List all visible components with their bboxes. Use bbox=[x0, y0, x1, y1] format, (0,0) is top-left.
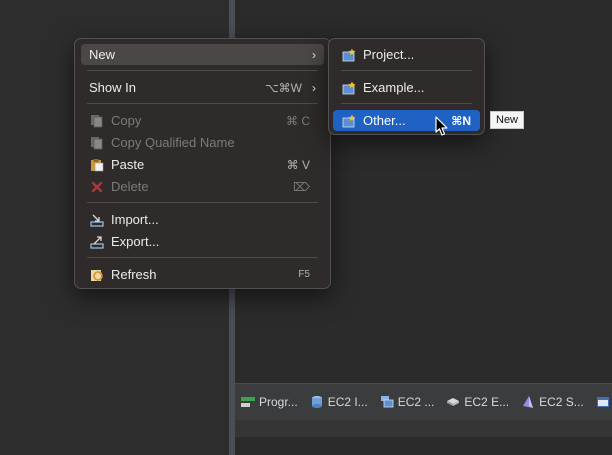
clipboard-icon bbox=[89, 157, 105, 173]
menu-item-export[interactable]: Export... bbox=[81, 231, 324, 252]
chevron-right-icon: › bbox=[312, 47, 316, 62]
tab-ec2-ebs[interactable]: EC2 E... bbox=[440, 395, 515, 409]
new-wizard-icon bbox=[341, 113, 357, 129]
menu-separator bbox=[87, 70, 318, 71]
new-submenu: Project... Example... Other... ⌘N bbox=[328, 38, 485, 135]
progress-icon bbox=[241, 395, 255, 409]
menu-item-import[interactable]: Import... bbox=[81, 209, 324, 230]
submenu-item-label: Other... bbox=[363, 113, 406, 128]
tab-ec2-snapshots[interactable]: EC2 S... bbox=[515, 395, 590, 409]
menu-item-label: Show In bbox=[89, 80, 136, 95]
submenu-item-example[interactable]: Example... bbox=[333, 77, 480, 98]
refresh-icon bbox=[89, 267, 105, 283]
menu-item-new[interactable]: New › bbox=[81, 44, 324, 65]
import-icon bbox=[89, 212, 105, 228]
menu-item-paste[interactable]: Paste ⌘ V bbox=[81, 154, 324, 175]
tab-label: EC2 ... bbox=[397, 395, 435, 409]
tab-ec2-images[interactable]: EC2 ... bbox=[374, 395, 441, 409]
new-project-icon bbox=[341, 47, 357, 63]
menu-shortcut: ⌘N bbox=[451, 113, 471, 128]
submenu-separator bbox=[341, 70, 472, 71]
snapshot-icon bbox=[521, 395, 535, 409]
menu-item-refresh[interactable]: Refresh F5 bbox=[81, 264, 324, 285]
export-icon bbox=[89, 234, 105, 250]
forward-delete-key-icon: ⌦ bbox=[293, 179, 310, 194]
window-icon bbox=[596, 395, 610, 409]
menu-item-label: Copy bbox=[111, 113, 142, 128]
submenu-item-project[interactable]: Project... bbox=[333, 44, 480, 65]
database-icon bbox=[310, 395, 324, 409]
tab-label: EC2 S... bbox=[539, 395, 584, 409]
menu-item-label: Import... bbox=[111, 212, 159, 227]
menu-item-label: New bbox=[89, 47, 116, 62]
menu-item-delete[interactable]: Delete ⌦ bbox=[81, 176, 324, 197]
new-example-icon bbox=[341, 80, 357, 96]
tab-ec2-instances[interactable]: EC2 I... bbox=[304, 395, 374, 409]
submenu-item-label: Project... bbox=[363, 47, 415, 62]
chevron-right-icon: › bbox=[312, 80, 316, 95]
menu-separator bbox=[87, 103, 318, 104]
context-menu: New › Show In ⌥⌘W › Copy ⌘ C Copy Qualif… bbox=[74, 38, 331, 289]
bottom-status-strip bbox=[235, 420, 612, 437]
tab-label: EC2 E... bbox=[464, 395, 510, 409]
submenu-item-label: Example... bbox=[363, 80, 425, 95]
tooltip: New bbox=[490, 111, 525, 129]
submenu-separator bbox=[341, 103, 472, 104]
delete-x-icon bbox=[89, 179, 105, 195]
menu-separator bbox=[87, 202, 318, 203]
menu-item-label: Refresh bbox=[111, 267, 157, 282]
tab-label: Progr... bbox=[259, 395, 298, 409]
volume-icon bbox=[446, 395, 460, 409]
mouse-cursor-icon bbox=[435, 116, 448, 136]
submenu-item-other[interactable]: Other... ⌘N bbox=[333, 110, 480, 131]
menu-shortcut: F5 bbox=[298, 269, 310, 280]
menu-item-copy-qualified-name[interactable]: Copy Qualified Name bbox=[81, 132, 324, 153]
menu-item-copy[interactable]: Copy ⌘ C bbox=[81, 110, 324, 131]
menu-separator bbox=[87, 257, 318, 258]
tab-progress[interactable]: Progr... bbox=[235, 395, 304, 409]
menu-shortcut: ⌘ V bbox=[286, 157, 310, 172]
menu-item-label: Copy Qualified Name bbox=[111, 135, 235, 150]
stacked-database-icon bbox=[380, 395, 394, 409]
menu-item-show-in[interactable]: Show In ⌥⌘W › bbox=[81, 77, 324, 98]
menu-item-label: Paste bbox=[111, 157, 145, 172]
tab-label: EC2 I... bbox=[327, 395, 368, 409]
menu-item-label: Export... bbox=[111, 234, 160, 249]
menu-shortcut: ⌘ C bbox=[286, 113, 310, 128]
copy-icon bbox=[89, 113, 105, 129]
menu-shortcut: ⌥⌘W bbox=[264, 80, 302, 95]
copy-qualified-name-icon bbox=[89, 135, 105, 151]
bottom-view-tabs: Progr... EC2 I... EC2 ... EC2 E... EC2 S… bbox=[235, 383, 612, 420]
tab-more[interactable] bbox=[590, 395, 612, 409]
menu-item-label: Delete bbox=[111, 179, 149, 194]
